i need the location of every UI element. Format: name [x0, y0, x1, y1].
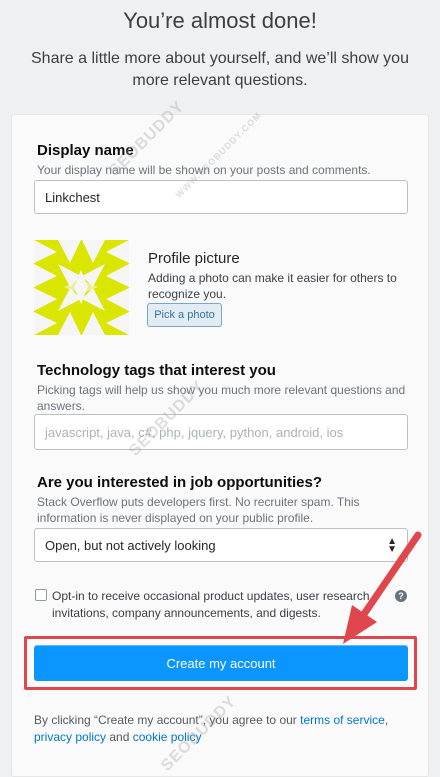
profile-picture-title: Profile picture	[148, 250, 240, 267]
legal-and: and	[109, 730, 130, 744]
help-icon[interactable]: ?	[395, 590, 407, 602]
profile-picture-help: Adding a photo can make it easier for ot…	[148, 271, 397, 301]
identicon-icon	[34, 240, 129, 335]
create-account-button[interactable]: Create my account	[34, 645, 408, 681]
page-title: You’re almost done!	[123, 8, 317, 33]
avatar	[34, 240, 129, 335]
select-arrows-icon: ▲ ▼	[387, 536, 397, 555]
jobs-label: Are you interested in job opportunities?	[37, 474, 323, 491]
job-status-selected: Open, but not actively looking	[45, 537, 216, 553]
terms-of-service-link[interactable]: terms of service	[300, 713, 385, 727]
display-name-label: Display name	[37, 142, 134, 159]
opt-in-checkbox[interactable]	[35, 589, 47, 601]
tags-help: Picking tags will help us show you much …	[37, 383, 406, 413]
cookie-policy-link[interactable]: cookie policy	[133, 730, 202, 744]
display-name-help: Your display name will be shown on your …	[37, 163, 371, 177]
pick-photo-button[interactable]: Pick a photo	[147, 303, 222, 327]
display-name-input[interactable]: Linkchest	[34, 180, 408, 214]
privacy-policy-link[interactable]: privacy policy	[34, 730, 106, 744]
opt-in-label: Opt-in to receive occasional product upd…	[52, 589, 370, 620]
job-status-select[interactable]: Open, but not actively looking ▲ ▼	[34, 528, 408, 562]
page-subtitle: Share a little more about yourself, and …	[31, 50, 409, 89]
tags-placeholder: javascript, java, c#, php, jquery, pytho…	[45, 424, 344, 440]
legal-prefix: By clicking “Create my account”, you agr…	[34, 713, 297, 727]
jobs-help: Stack Overflow puts developers first. No…	[37, 495, 360, 525]
tags-label: Technology tags that interest you	[37, 362, 276, 379]
display-name-value: Linkchest	[45, 189, 100, 205]
legal-text: By clicking “Create my account”, you agr…	[34, 713, 389, 744]
tags-input[interactable]: javascript, java, c#, php, jquery, pytho…	[34, 414, 408, 450]
